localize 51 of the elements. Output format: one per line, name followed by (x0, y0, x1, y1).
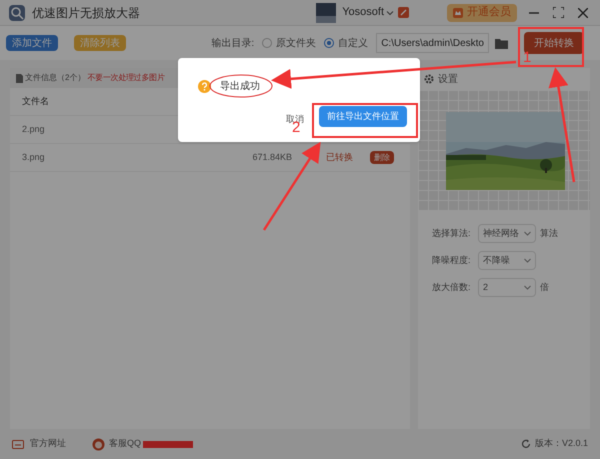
edit-icon[interactable] (398, 7, 409, 18)
website-link[interactable]: 官方网址 (30, 437, 66, 451)
field-suffix: 倍 (540, 280, 549, 294)
close-icon[interactable] (578, 8, 588, 18)
document-icon (16, 74, 23, 82)
caret-icon (524, 285, 531, 290)
support-label[interactable]: 客服QQ (109, 437, 142, 451)
question-icon (198, 80, 211, 92)
caret-icon[interactable] (386, 8, 394, 16)
website-icon[interactable] (12, 440, 24, 448)
panel-title: 文件信息（2个） (25, 72, 86, 84)
output-label: 输出目录: (211, 36, 254, 50)
crown-icon (453, 8, 463, 18)
radio-button[interactable] (324, 38, 334, 48)
highlight-frame (518, 27, 584, 67)
redaction-bar (143, 440, 194, 448)
field-label: 降噪程度: (432, 254, 472, 267)
settings-icon (424, 74, 434, 84)
field-suffix: 算法 (540, 226, 558, 240)
add-file-button[interactable]: 添加文件 (6, 35, 58, 51)
support-avatar-icon[interactable] (92, 438, 105, 450)
file-size: 671.84KB (251, 150, 292, 164)
radio-button[interactable] (262, 38, 272, 48)
delete-button[interactable]: 删除 (370, 151, 394, 164)
file-name: 2.png (22, 122, 46, 136)
radio-label[interactable]: 自定义 (338, 36, 368, 50)
select-field[interactable]: 神经网络 (478, 224, 536, 243)
dialog-message: 导出成功 (220, 80, 260, 94)
radio-label[interactable]: 原文件夹 (276, 36, 316, 50)
version-text: 版本：V2.0.1 (534, 437, 588, 450)
path-field[interactable]: C:\Users\admin\Deskto (376, 33, 489, 53)
column-header: 文件名 (22, 94, 49, 108)
highlight-ellipse (209, 74, 273, 98)
field-label: 放大倍数: (432, 280, 472, 294)
window-title: 优速图片无损放大器 (32, 4, 140, 22)
settings-title: 设置 (438, 72, 458, 86)
app-logo-icon (8, 4, 26, 22)
warning-text: 不要一次处理过多图片 (87, 72, 164, 84)
status-text: 已转换 (326, 150, 354, 164)
user-name[interactable]: Yososoft (342, 4, 384, 21)
folder-icon[interactable] (495, 38, 508, 48)
maximize-icon[interactable] (553, 7, 564, 18)
select-field[interactable]: 2 (478, 278, 536, 297)
field-label: 选择算法: (432, 226, 472, 240)
select-field[interactable]: 不降噪 (478, 251, 536, 270)
refresh-icon[interactable] (520, 439, 531, 449)
open-folder-button[interactable]: 前往导出文件位置 (319, 106, 407, 127)
file-name: 3.png (22, 150, 46, 164)
caret-icon (524, 258, 531, 263)
step-number: 2 (292, 120, 300, 135)
caret-icon (524, 231, 531, 236)
